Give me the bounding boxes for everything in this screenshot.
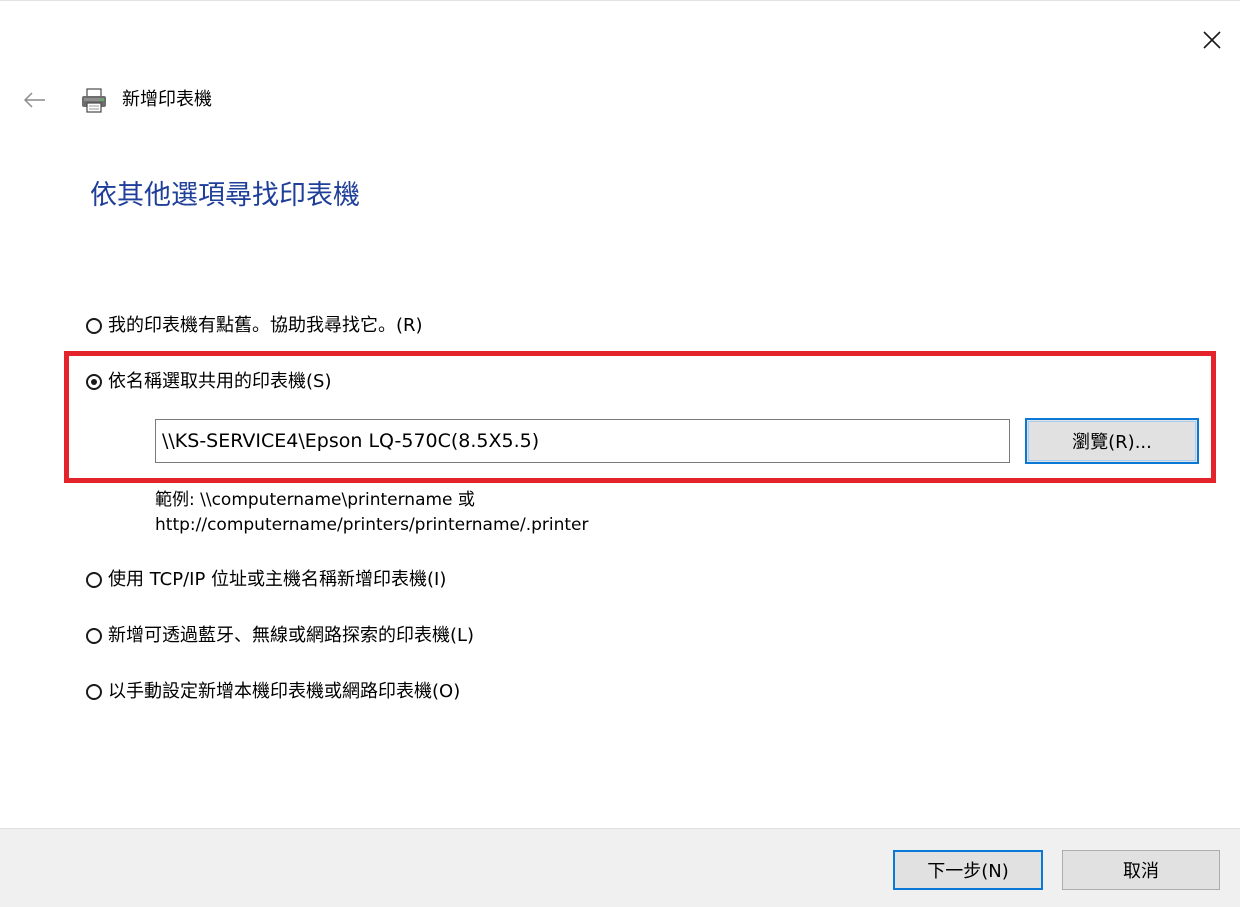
back-button[interactable]	[22, 86, 50, 114]
example-line-1: 範例: \\computername\printername 或	[155, 490, 475, 510]
option-bluetooth-wireless[interactable]: 新增可透過藍牙、無線或網路探索的印表機(L)	[86, 622, 474, 650]
example-line-2: http://computername/printers/printername…	[155, 515, 589, 535]
option-label: 我的印表機有點舊。協助我尋找它。(R)	[108, 315, 423, 336]
option-label: 以手動設定新增本機印表機或網路印表機(O)	[108, 681, 461, 702]
radio-button[interactable]	[86, 628, 102, 644]
option-tcpip[interactable]: 使用 TCP/IP 位址或主機名稱新增印表機(I)	[86, 566, 446, 594]
close-button[interactable]	[1190, 18, 1234, 58]
option-label: 依名稱選取共用的印表機(S)	[108, 371, 332, 392]
option-label: 使用 TCP/IP 位址或主機名稱新增印表機(I)	[108, 569, 447, 590]
radio-button[interactable]	[86, 684, 102, 700]
wizard-title: 新增印表機	[122, 89, 212, 110]
page-heading: 依其他選項尋找印表機	[90, 180, 360, 211]
dialog-footer: 下一步(N) 取消	[0, 828, 1240, 907]
option-label: 新增可透過藍牙、無線或網路探索的印表機(L)	[108, 625, 475, 646]
radio-button-selected[interactable]	[86, 374, 102, 390]
printer-icon	[80, 88, 108, 114]
example-hint: 範例: \\computername\printername 或 http://…	[155, 488, 589, 538]
top-border	[0, 0, 1240, 1]
close-icon	[1203, 31, 1221, 49]
browse-button[interactable]: 瀏覽(R)...	[1025, 418, 1199, 464]
option-older-printer[interactable]: 我的印表機有點舊。協助我尋找它。(R)	[86, 312, 423, 340]
radio-button[interactable]	[86, 318, 102, 334]
radio-button[interactable]	[86, 572, 102, 588]
add-printer-dialog: 新增印表機 依其他選項尋找印表機 我的印表機有點舊。協助我尋找它。(R) 依名稱…	[0, 0, 1240, 907]
shared-printer-name-input[interactable]	[155, 419, 1010, 463]
next-button[interactable]: 下一步(N)	[893, 850, 1043, 890]
option-shared-printer-by-name[interactable]: 依名稱選取共用的印表機(S)	[86, 368, 331, 396]
cancel-button[interactable]: 取消	[1062, 850, 1220, 890]
option-manual-settings[interactable]: 以手動設定新增本機印表機或網路印表機(O)	[86, 678, 460, 706]
back-arrow-icon	[24, 92, 45, 108]
